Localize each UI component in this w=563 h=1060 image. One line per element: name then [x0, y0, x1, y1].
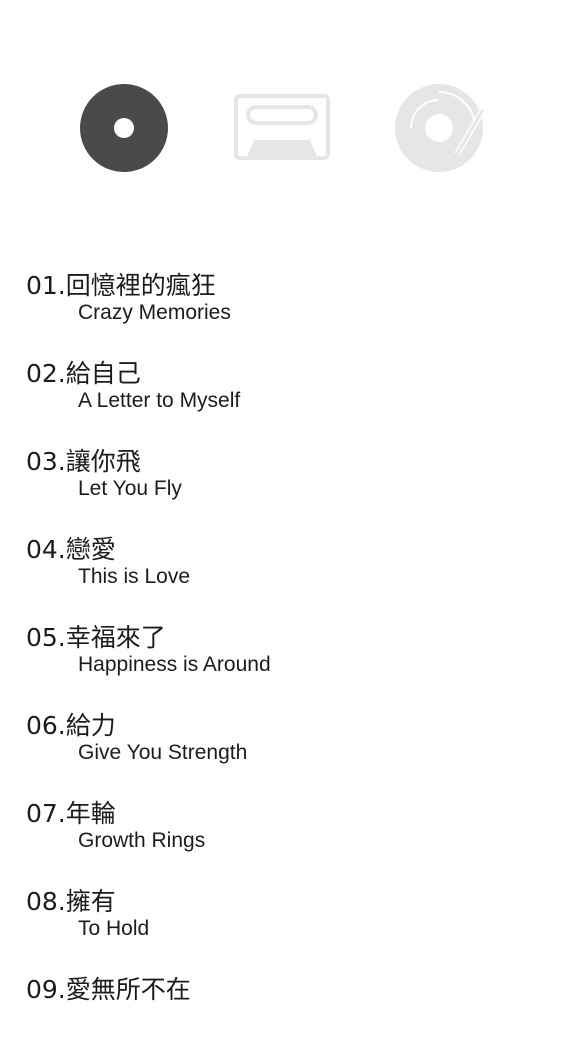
track-subtitle: Crazy Memories: [78, 301, 231, 324]
track-item[interactable]: 01.回憶裡的瘋狂 Crazy Memories: [26, 268, 546, 356]
track-subtitle: This is Love: [78, 565, 191, 588]
track-item[interactable]: 07.年輪 Growth Rings: [26, 796, 546, 884]
track-subtitle: Growth Rings: [78, 829, 206, 852]
track-subtitle: Give You Strength: [78, 741, 248, 764]
vinyl-format-button[interactable]: [393, 80, 489, 176]
track-subtitle: To Hold: [78, 917, 150, 940]
cassette-format-button[interactable]: [234, 80, 330, 176]
vinyl-record-icon: [395, 84, 486, 172]
format-selector: [0, 80, 563, 176]
cassette-icon: [234, 94, 330, 160]
track-list: 01.回憶裡的瘋狂 Crazy Memories 02.給自己 A Letter to…: [26, 268, 546, 1060]
track-item[interactable]: 08.擁有 To Hold: [26, 884, 546, 972]
cd-format-button[interactable]: [76, 80, 172, 176]
track-item[interactable]: 05.幸福來了 Happiness is Around: [26, 620, 546, 708]
track-item[interactable]: 09.愛無所不在: [26, 972, 546, 1060]
track-item[interactable]: 02.給自己 A Letter to Myself: [26, 356, 546, 444]
track-item[interactable]: 03.讓你飛 Let You Fly: [26, 444, 546, 532]
track-title: 09.愛無所不在: [26, 975, 191, 1004]
track-subtitle: Happiness is Around: [78, 653, 271, 676]
track-item[interactable]: 06.給力 Give You Strength: [26, 708, 546, 796]
cd-icon: [80, 84, 168, 172]
track-subtitle: A Letter to Myself: [78, 389, 241, 412]
track-item[interactable]: 04.戀愛 This is Love: [26, 532, 546, 620]
track-subtitle: Let You Fly: [78, 477, 182, 500]
